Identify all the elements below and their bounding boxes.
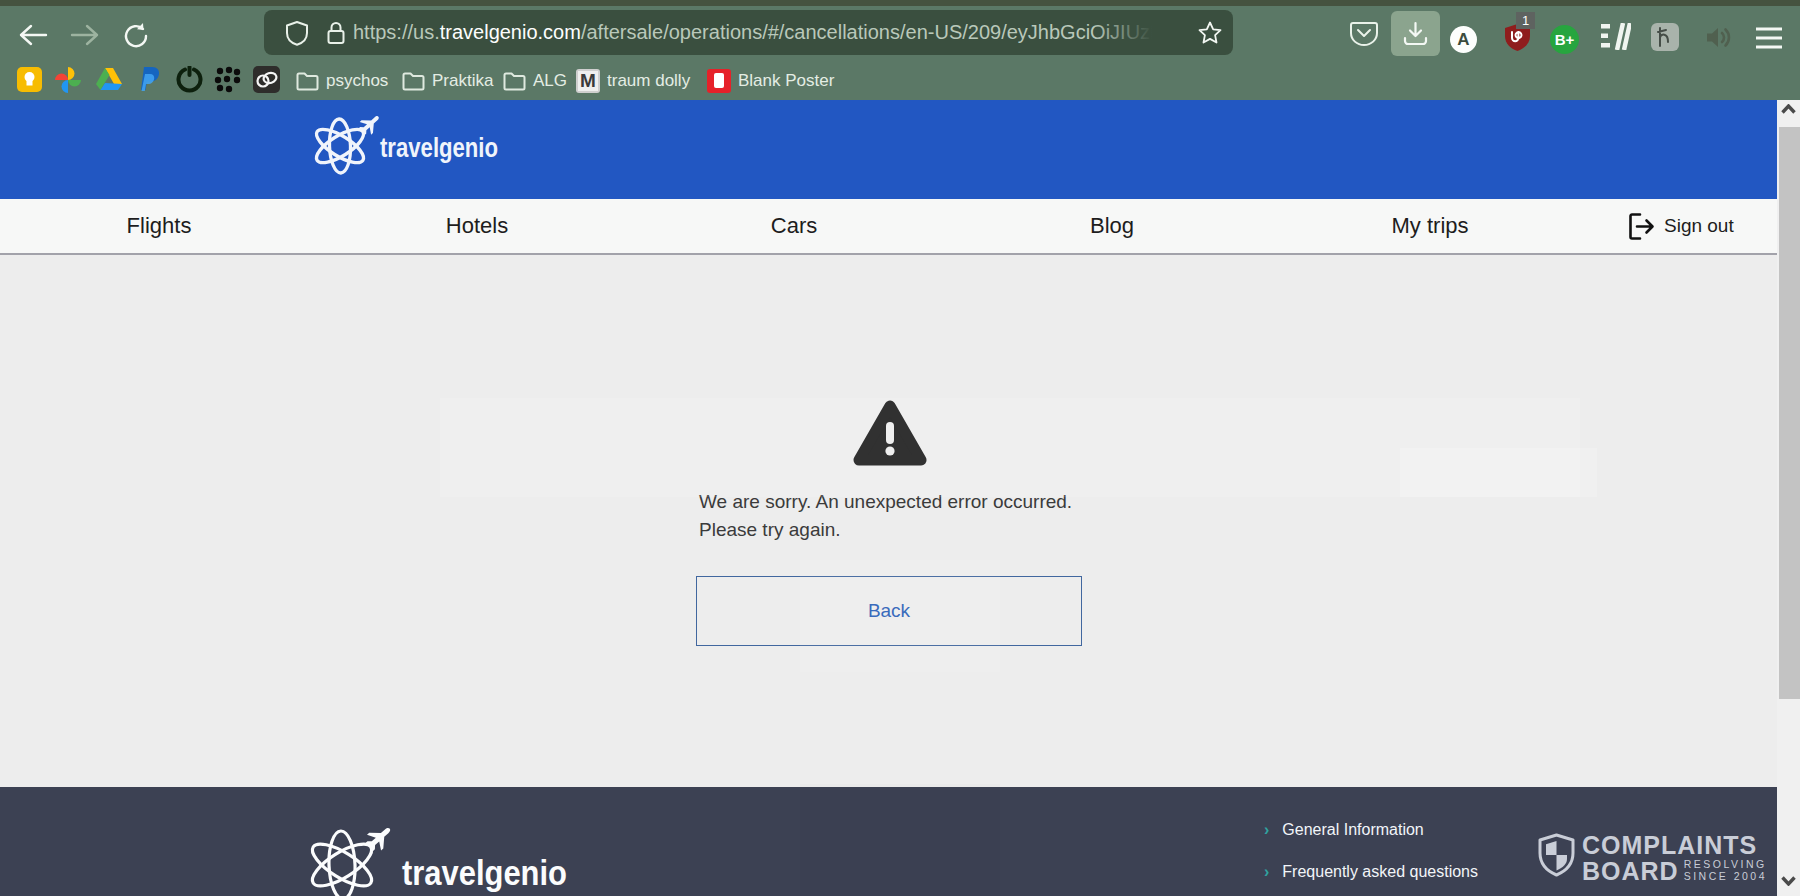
svg-text:travelgenio: travelgenio	[402, 853, 567, 892]
svg-text:travelgenio: travelgenio	[380, 133, 498, 163]
